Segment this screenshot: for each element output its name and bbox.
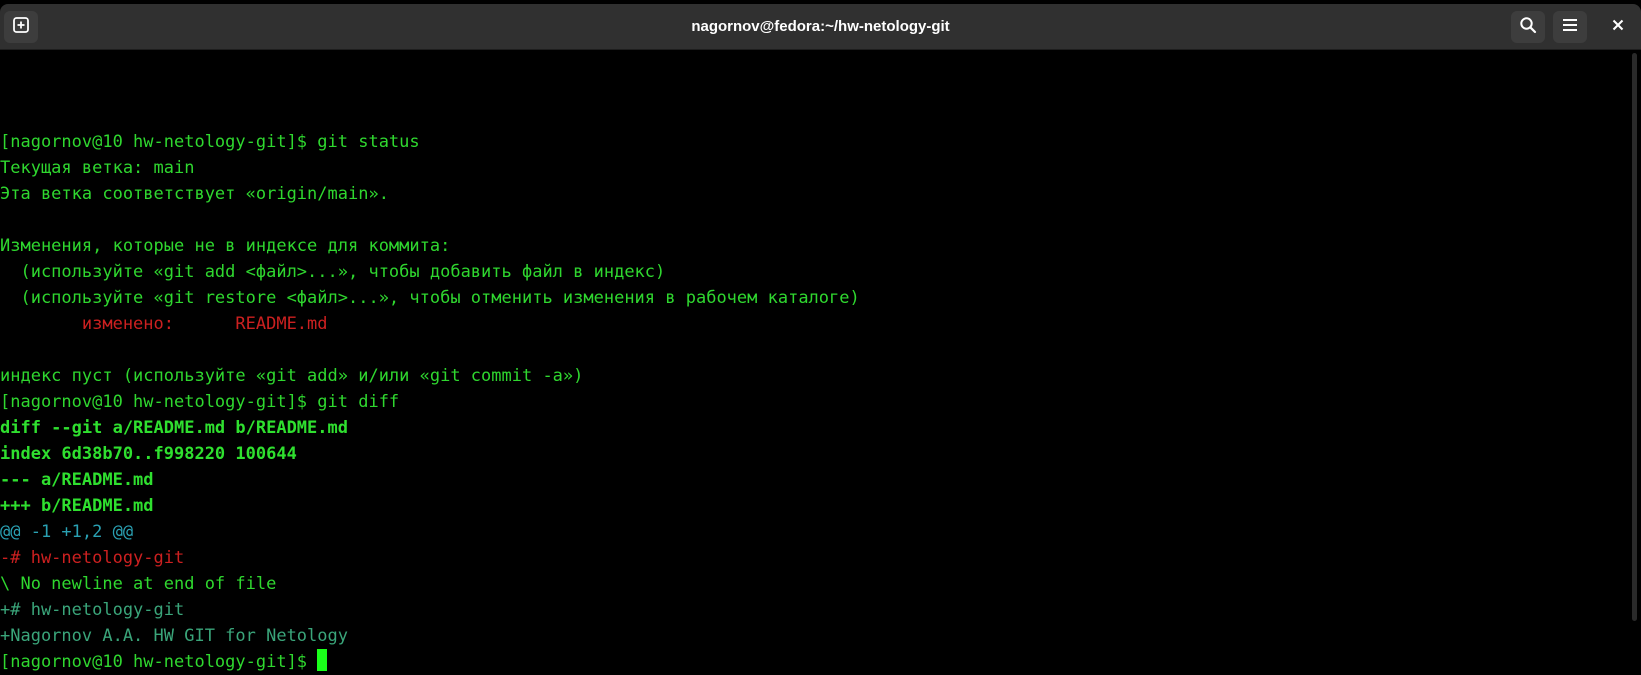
terminal-line: индекс пуст (используйте «git add» и/или… <box>0 366 584 386</box>
terminal-line: (используйте «git add <файл>...», чтобы … <box>0 262 666 282</box>
terminal-line: Текущая ветка: main <box>0 158 195 178</box>
terminal-prompt-line[interactable]: [nagornov@10 hw-netology-git]$ <box>0 649 1628 675</box>
window-title: nagornov@fedora:~/hw-netology-git <box>691 18 950 35</box>
hamburger-menu-icon <box>1561 16 1579 39</box>
terminal-line: \ No newline at end of file <box>0 574 277 594</box>
titlebar: nagornov@fedora:~/hw-netology-git <box>0 4 1641 50</box>
shell-prompt: [nagornov@10 hw-netology-git]$ <box>0 652 318 672</box>
terminal-line: [nagornov@10 hw-netology-git]$ git diff <box>0 392 400 412</box>
scrollbar-thumb[interactable] <box>1632 53 1637 621</box>
text-cursor <box>317 649 328 671</box>
terminal-line: изменено: README.md <box>0 314 328 334</box>
terminal-line: index 6d38b70..f998220 100644 <box>0 444 297 464</box>
terminal-output[interactable]: [nagornov@10 hw-netology-git]$ git statu… <box>0 51 1628 672</box>
search-button[interactable] <box>1511 11 1545 43</box>
terminal-line: -# hw-netology-git <box>0 548 185 568</box>
terminal-line: +Nagornov A.A. HW GIT for Netology <box>0 626 348 646</box>
terminal-line: @@ -1 +1,2 @@ <box>0 522 134 542</box>
close-icon <box>1611 18 1625 37</box>
search-icon <box>1519 16 1537 39</box>
terminal-line: (используйте «git restore <файл>...», чт… <box>0 288 860 308</box>
terminal-line: [nagornov@10 hw-netology-git]$ git statu… <box>0 132 420 152</box>
terminal-line: --- a/README.md <box>0 470 154 490</box>
terminal-line: +# hw-netology-git <box>0 600 185 620</box>
close-button[interactable] <box>1601 11 1635 43</box>
menu-button[interactable] <box>1553 11 1587 43</box>
terminal-window: nagornov@fedora:~/hw-netology-git [nagor… <box>0 0 1641 672</box>
vertical-scrollbar[interactable] <box>1628 51 1641 623</box>
terminal-line: +++ b/README.md <box>0 496 154 516</box>
terminal-line: Изменения, которые не в индексе для комм… <box>0 236 451 256</box>
terminal-line: Эта ветка соответствует «origin/main». <box>0 184 389 204</box>
terminal-line: diff --git a/README.md b/README.md <box>0 418 348 438</box>
